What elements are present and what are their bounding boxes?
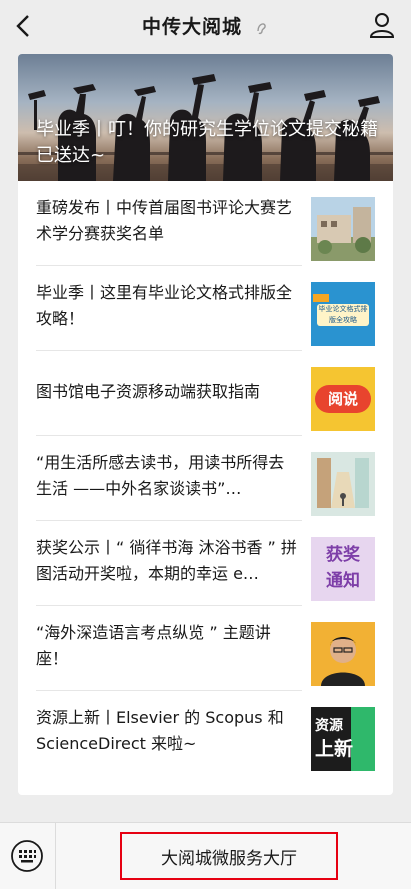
thumb-caption: 阅说 [315,385,371,413]
article-item[interactable]: “海外深造语言考点纵览 ” 主题讲座！ [18,606,393,691]
service-hall-menu-button[interactable]: 大阅城微服务大厅 [120,832,338,880]
user-profile-icon[interactable] [367,10,397,40]
bottom-menu-bar: 大阅城微服务大厅 [0,822,411,889]
menu-divider [55,823,56,889]
keyboard-icon[interactable] [10,839,44,873]
hero-article[interactable]: 毕业季丨叮！你的研究生学位论文提交秘籍已送达~ [18,54,393,181]
speaker-photo-image [311,622,375,686]
article-item[interactable]: “用生活所感去读书，用读书所得去生活 ——中外名家谈读书”… [18,436,393,521]
article-thumbnail [311,452,375,516]
nav-bar: 中传大阅城 [0,0,411,52]
article-thumbnail: 毕业论文格式排版全攻略 [311,282,375,346]
article-list: 重磅发布丨中传首届图书评论大赛艺术学分赛获奖名单 毕业季丨这里有毕业论文格式排版… [18,181,393,776]
thumb-accent [351,707,375,771]
thumb-accent [313,294,329,302]
article-title: 重磅发布丨中传首届图书评论大赛艺术学分赛获奖名单 [36,198,293,243]
thumb-caption-1: 获奖 [326,545,360,565]
article-thumbnail [311,622,375,686]
hero-title: 毕业季丨叮！你的研究生学位论文提交秘籍已送达~ [36,119,378,166]
article-title: 资源上新丨Elsevier 的 Scopus 和 ScienceDirect 来… [36,708,284,753]
article-card: 毕业季丨叮！你的研究生学位论文提交秘籍已送达~ 重磅发布丨中传首届图书评论大赛艺… [18,54,393,795]
article-thumbnail: 阅说 [311,367,375,431]
article-title: “用生活所感去读书，用读书所得去生活 ——中外名家谈读书”… [36,453,285,498]
article-title: 图书馆电子资源移动端获取指南 [36,382,261,401]
book-illustration-image [311,452,375,516]
campus-photo-image [311,197,375,261]
thumb-caption-1: 资源 [315,718,343,734]
title-area: 中传大阅城 [0,12,411,39]
listen-ear-icon[interactable] [253,19,269,35]
account-title: 中传大阅城 [141,16,242,38]
article-title: “海外深造语言考点纵览 ” 主题讲座！ [36,623,271,668]
article-item[interactable]: 毕业季丨这里有毕业论文格式排版全攻略！ 毕业论文格式排版全攻略 [18,266,393,351]
article-title: 获奖公示丨“ 徜徉书海 沐浴书香 ” 拼图活动开奖啦，本期的幸运 e… [36,538,297,583]
article-thumbnail [311,197,375,261]
thumb-caption: 毕业论文格式排版全攻略 [317,304,369,326]
article-title: 毕业季丨这里有毕业论文格式排版全攻略！ [36,283,293,328]
article-item[interactable]: 图书馆电子资源移动端获取指南 阅说 [18,351,393,436]
article-item[interactable]: 资源上新丨Elsevier 的 Scopus 和 ScienceDirect 来… [18,691,393,776]
article-item[interactable]: 获奖公示丨“ 徜徉书海 沐浴书香 ” 拼图活动开奖啦，本期的幸运 e… 获奖 通… [18,521,393,606]
thumb-caption-2: 上新 [315,738,354,760]
article-thumbnail: 获奖 通知 [311,537,375,601]
article-thumbnail: 资源 上新 [311,707,375,771]
article-item[interactable]: 重磅发布丨中传首届图书评论大赛艺术学分赛获奖名单 [18,181,393,266]
thumb-caption-2: 通知 [326,571,360,591]
